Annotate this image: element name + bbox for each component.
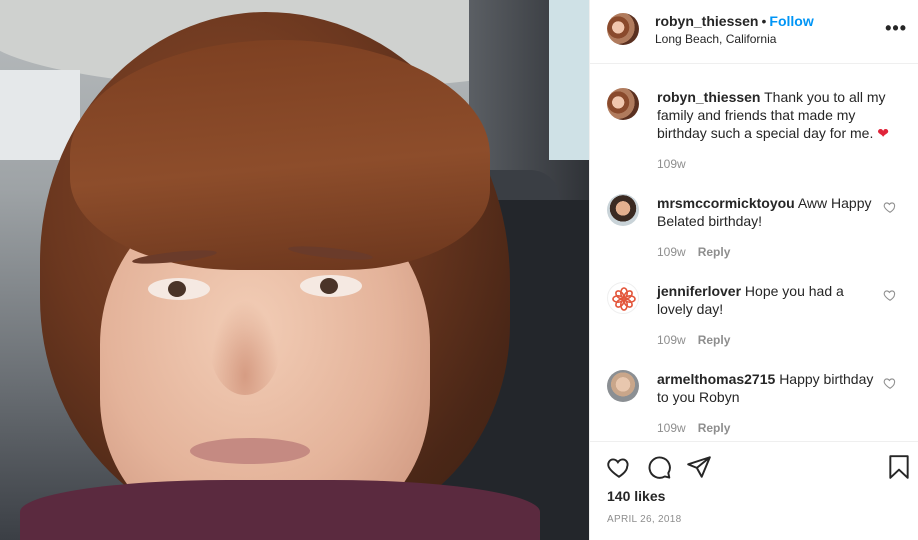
post-date[interactable]: APRIL 26, 2018 [607, 514, 681, 525]
comment-like-heart-icon[interactable] [883, 288, 897, 302]
post-photo[interactable] [0, 0, 589, 540]
flower-icon [612, 287, 636, 311]
comment-text: jenniferlover Hope you had a lovely day! [657, 282, 882, 318]
reply-button[interactable]: Reply [698, 333, 731, 347]
bookmark-icon[interactable] [886, 454, 912, 480]
shirt [20, 480, 540, 540]
comment-time[interactable]: 109w [657, 245, 686, 259]
comment-text: mrsmccormicktoyou Aww Happy Belated birt… [657, 194, 882, 230]
comment-meta: 109w Reply [657, 333, 730, 347]
red-heart-emoji: ❤ [877, 125, 889, 141]
comment-time[interactable]: 109w [657, 421, 686, 435]
comment-like-heart-icon[interactable] [883, 376, 897, 390]
right-eye [300, 275, 362, 297]
left-eye [148, 278, 210, 300]
likes-count[interactable]: 140 likes [607, 488, 665, 504]
post-header: robyn_thiessen • Follow Long Beach, Califo… [590, 0, 918, 64]
heart-icon[interactable] [606, 454, 632, 480]
author-avatar[interactable] [607, 13, 639, 45]
comment-like-heart-icon[interactable] [883, 200, 897, 214]
caption-avatar[interactable] [607, 88, 639, 120]
hair-bangs [70, 40, 490, 270]
caption-username[interactable]: robyn_thiessen [657, 89, 760, 105]
comment-text: armelthomas2715 Happy birthday to you Ro… [657, 370, 882, 406]
follow-button[interactable]: Follow [769, 13, 813, 29]
comment-time[interactable]: 109w [657, 333, 686, 347]
comment-username[interactable]: mrsmccormicktoyou [657, 195, 795, 211]
caption-meta: 109w [657, 157, 686, 171]
comment-username[interactable]: jenniferlover [657, 283, 741, 299]
action-bar: 140 likes APRIL 26, 2018 [590, 441, 918, 540]
reply-button[interactable]: Reply [698, 421, 731, 435]
car-window-right [549, 0, 589, 160]
mouth [190, 438, 310, 464]
caption-text: robyn_thiessen Thank you to all my famil… [657, 88, 893, 142]
commenter-avatar[interactable] [607, 370, 639, 402]
author-line: robyn_thiessen • Follow [655, 13, 814, 29]
post-location[interactable]: Long Beach, California [655, 32, 776, 46]
separator-dot: • [761, 13, 767, 29]
comment-meta: 109w Reply [657, 245, 730, 259]
post-side-panel: robyn_thiessen • Follow Long Beach, Califo… [589, 0, 918, 540]
commenter-avatar[interactable] [607, 282, 639, 314]
share-icon[interactable] [686, 454, 712, 480]
commenter-avatar[interactable] [607, 194, 639, 226]
caption-time[interactable]: 109w [657, 157, 686, 171]
author-username[interactable]: robyn_thiessen [655, 13, 758, 29]
nose [210, 300, 280, 395]
comment-meta: 109w Reply [657, 421, 730, 435]
comment-username[interactable]: armelthomas2715 [657, 371, 775, 387]
comment-icon[interactable] [646, 454, 672, 480]
more-options-icon[interactable]: ••• [885, 18, 907, 38]
reply-button[interactable]: Reply [698, 245, 731, 259]
